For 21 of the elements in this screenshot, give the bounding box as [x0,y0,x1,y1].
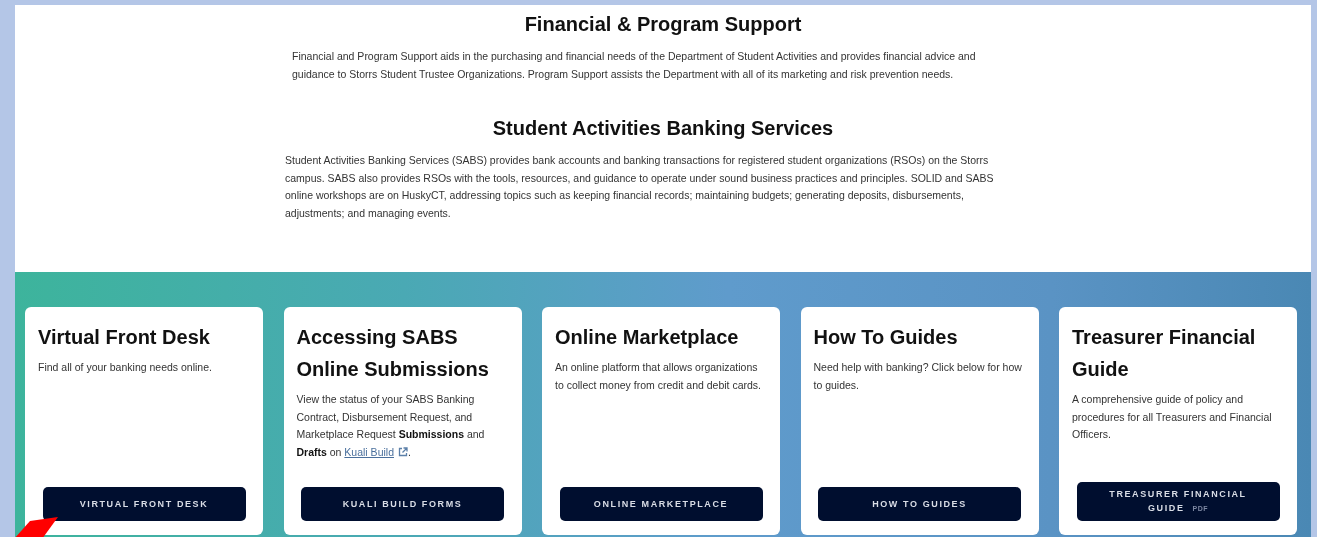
card-button[interactable]: VIRTUAL FRONT DESK [42,487,246,521]
card-description: View the status of your SABS Banking Contract, Disbursement Request, and Marketplace Request Submissions and Drafts on Kuali Build . [296,392,486,460]
card-description: An online platform that allows organizations to collect money from credit and debit cards. [555,360,762,393]
section-heading: Financial & Program Support [523,13,803,36]
card-button[interactable]: KUALI BUILD FORMS [301,487,504,521]
section-heading: Student Activities Banking Services [491,117,835,140]
card-button[interactable]: HOW TO GUIDES [818,487,1021,521]
card-description: Find all of your banking needs online. [38,360,213,375]
kuali-build-link[interactable]: Kuali Build [344,445,408,458]
card-button[interactable]: ONLINE MARKETPLACE [559,487,763,521]
card-title: Accessing SABS Online Submissions [296,325,490,382]
card-description: A comprehensive guide of policy and procedures for all Treasurers and Financial Officers. [1072,392,1273,442]
card-title: Treasurer Financial Guide [1072,325,1257,382]
card-title: Online Marketplace [555,325,740,350]
section-paragraph: Student Activities Banking Services (SABS) provides bank accounts and banking transactions for registered student organizations (RSOs) on the Storrs campus. SABS also provides RSOs with the tools, resources, and guidance to operate under sound business practices and principles. SOLID and SABS online workshops are on HuskyCT, addressing topics such as keeping financial records; maintaining budgets; generating deposits, disbursements, adjustments; and managing events. [285,153,995,221]
arrow-icon [14,517,58,537]
card-title: How To Guides [813,325,959,350]
section-paragraph: Financial and Program Support aids in the purchasing and financial needs of the Department of Student Activities and provides financial advice and guidance to Storrs Student Trustee Organizations. Program Support assists the Department with all of its marketing and risk prevention needs. [292,49,977,82]
card-title: Virtual Front Desk [38,325,211,350]
card-description: Need help with banking? Click below for how to guides. [813,360,1023,393]
external-link-icon [398,446,408,457]
